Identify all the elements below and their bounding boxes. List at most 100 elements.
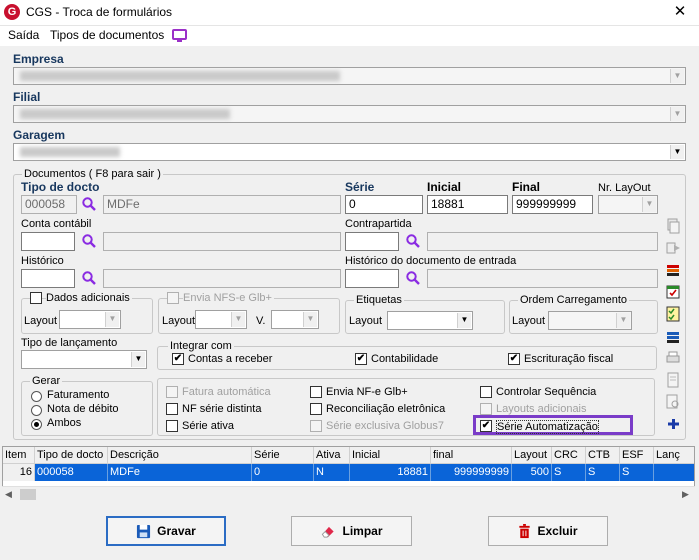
tipo-lancamento-label: Tipo de lançamento bbox=[21, 337, 118, 349]
tipo-lancamento-select[interactable]: ▼ bbox=[21, 350, 147, 369]
search-icon[interactable] bbox=[405, 233, 421, 249]
table-cell[interactable]: 999999999 bbox=[431, 464, 512, 481]
table-cell[interactable]: MDFe bbox=[108, 464, 252, 481]
envia-nfse-layout-select[interactable]: ▼ bbox=[195, 310, 247, 329]
close-icon[interactable]: ✕ bbox=[665, 1, 695, 23]
column-header[interactable]: CTB bbox=[586, 447, 620, 464]
chevron-down-icon: ▼ bbox=[231, 312, 245, 327]
historico-entrada-label: Histórico do documento de entrada bbox=[345, 255, 517, 267]
arrow-right-icon[interactable] bbox=[665, 240, 681, 256]
historico-entrada-input[interactable] bbox=[345, 269, 399, 288]
controlar-sequencia-checkbox[interactable] bbox=[480, 386, 492, 398]
garagem-select[interactable]: ▼ bbox=[13, 143, 686, 161]
table-cell[interactable]: 0 bbox=[252, 464, 314, 481]
serie-exclusiva-checkbox[interactable] bbox=[310, 420, 322, 432]
etiquetas-layout-select[interactable]: ▼ bbox=[387, 311, 473, 330]
column-header[interactable]: final bbox=[431, 447, 512, 464]
document-icon[interactable] bbox=[665, 372, 681, 388]
table-cell[interactable]: S bbox=[586, 464, 620, 481]
envia-nfse-checkbox[interactable] bbox=[167, 292, 179, 304]
ordem-carregamento-group-title: Ordem Carregamento bbox=[518, 294, 629, 306]
scroll-right-icon[interactable]: ▶ bbox=[682, 489, 689, 500]
filial-label: Filial bbox=[13, 90, 41, 104]
column-header[interactable]: Tipo de docto bbox=[35, 447, 108, 464]
reconciliacao-checkbox[interactable] bbox=[310, 403, 322, 415]
nf-serie-distinta-checkbox[interactable] bbox=[166, 403, 178, 415]
envia-nfe-checkbox[interactable] bbox=[310, 386, 322, 398]
empresa-select[interactable]: ▼ bbox=[13, 67, 686, 85]
calendar-icon[interactable] bbox=[665, 284, 681, 300]
column-header[interactable]: Lanç bbox=[654, 447, 694, 464]
limpar-button-label: Limpar bbox=[342, 524, 383, 538]
nota-debito-label: Nota de débito bbox=[47, 403, 119, 415]
menu-doc-types[interactable]: Tipos de documentos bbox=[50, 28, 164, 42]
horizontal-scrollbar[interactable]: ◀ ▶ bbox=[2, 486, 695, 502]
search-icon[interactable] bbox=[81, 196, 97, 212]
filial-select[interactable]: ▼ bbox=[13, 105, 686, 123]
column-header[interactable]: Item bbox=[3, 447, 35, 464]
column-header[interactable]: Série bbox=[252, 447, 314, 464]
ambos-radio[interactable] bbox=[31, 419, 42, 430]
gravar-button[interactable]: Gravar bbox=[106, 516, 226, 546]
serie-automatizacao-checkbox[interactable]: ✔ bbox=[480, 420, 492, 432]
copy-icon[interactable] bbox=[665, 218, 681, 234]
escrituracao-fiscal-checkbox[interactable]: ✔ bbox=[508, 353, 520, 365]
dados-adicionais-layout-select[interactable]: ▼ bbox=[59, 310, 121, 329]
monitor-icon[interactable] bbox=[172, 29, 187, 42]
empresa-value-redacted bbox=[20, 71, 340, 81]
tipo-docto-desc-input[interactable]: MDFe bbox=[103, 195, 341, 214]
search-icon[interactable] bbox=[405, 270, 421, 286]
table-cell[interactable]: S bbox=[552, 464, 586, 481]
table-cell[interactable]: 16 bbox=[3, 464, 35, 481]
preview-icon[interactable] bbox=[665, 394, 681, 410]
table-cell[interactable]: 500 bbox=[512, 464, 552, 481]
limpar-button[interactable]: Limpar bbox=[291, 516, 412, 546]
search-icon[interactable] bbox=[81, 270, 97, 286]
excluir-button[interactable]: Excluir bbox=[488, 516, 608, 546]
search-icon[interactable] bbox=[81, 233, 97, 249]
conta-contabil-desc bbox=[103, 232, 341, 251]
envia-nfse-version-select[interactable]: ▼ bbox=[271, 310, 319, 329]
contabilidade-label: Contabilidade bbox=[371, 353, 439, 365]
contabilidade-checkbox[interactable]: ✔ bbox=[355, 353, 367, 365]
tipo-docto-label: Tipo de docto bbox=[21, 180, 100, 194]
books-icon[interactable] bbox=[665, 262, 681, 278]
final-input[interactable]: 999999999 bbox=[512, 195, 593, 214]
menu-exit[interactable]: Saída bbox=[8, 28, 39, 42]
nota-debito-radio[interactable] bbox=[31, 405, 42, 416]
fatura-automatica-checkbox[interactable] bbox=[166, 386, 178, 398]
historico-input[interactable] bbox=[21, 269, 75, 288]
dados-adicionais-checkbox[interactable] bbox=[30, 292, 42, 304]
plus-icon[interactable] bbox=[665, 416, 681, 432]
serie-input[interactable]: 0 bbox=[345, 195, 423, 214]
table-cell[interactable]: N bbox=[314, 464, 350, 481]
column-header[interactable]: Descrição bbox=[108, 447, 252, 464]
column-header[interactable]: Layout bbox=[512, 447, 552, 464]
table-cell[interactable]: 000058 bbox=[35, 464, 108, 481]
stack-icon[interactable] bbox=[665, 328, 681, 344]
scroll-left-icon[interactable]: ◀ bbox=[5, 489, 12, 500]
serie-ativa-checkbox[interactable] bbox=[166, 420, 178, 432]
table-cell[interactable]: 18881 bbox=[350, 464, 431, 481]
column-header[interactable]: Ativa bbox=[314, 447, 350, 464]
checklist-icon[interactable] bbox=[665, 306, 681, 322]
contrapartida-input[interactable] bbox=[345, 232, 399, 251]
column-header[interactable]: ESF bbox=[620, 447, 654, 464]
print-icon[interactable] bbox=[665, 350, 681, 366]
faturamento-radio[interactable] bbox=[31, 391, 42, 402]
table-cell[interactable] bbox=[654, 464, 694, 481]
conta-contabil-input[interactable] bbox=[21, 232, 75, 251]
layout-label: Layout bbox=[349, 315, 383, 327]
contas-receber-label: Contas a receber bbox=[188, 353, 273, 365]
contas-receber-checkbox[interactable]: ✔ bbox=[172, 353, 184, 365]
column-header[interactable]: Inicial bbox=[350, 447, 431, 464]
nr-layout-select[interactable]: ▼ bbox=[598, 195, 658, 214]
documentos-group-title: Documentos ( F8 para sair ) bbox=[22, 168, 163, 180]
table-cell[interactable]: S bbox=[620, 464, 654, 481]
tipo-docto-code-input[interactable]: 000058 bbox=[21, 195, 77, 214]
column-header[interactable]: CRC bbox=[552, 447, 586, 464]
inicial-input[interactable]: 18881 bbox=[427, 195, 508, 214]
layouts-adicionais-checkbox[interactable] bbox=[480, 403, 492, 415]
ordem-carregamento-layout-select[interactable]: ▼ bbox=[548, 311, 632, 330]
scroll-thumb[interactable] bbox=[20, 489, 36, 500]
